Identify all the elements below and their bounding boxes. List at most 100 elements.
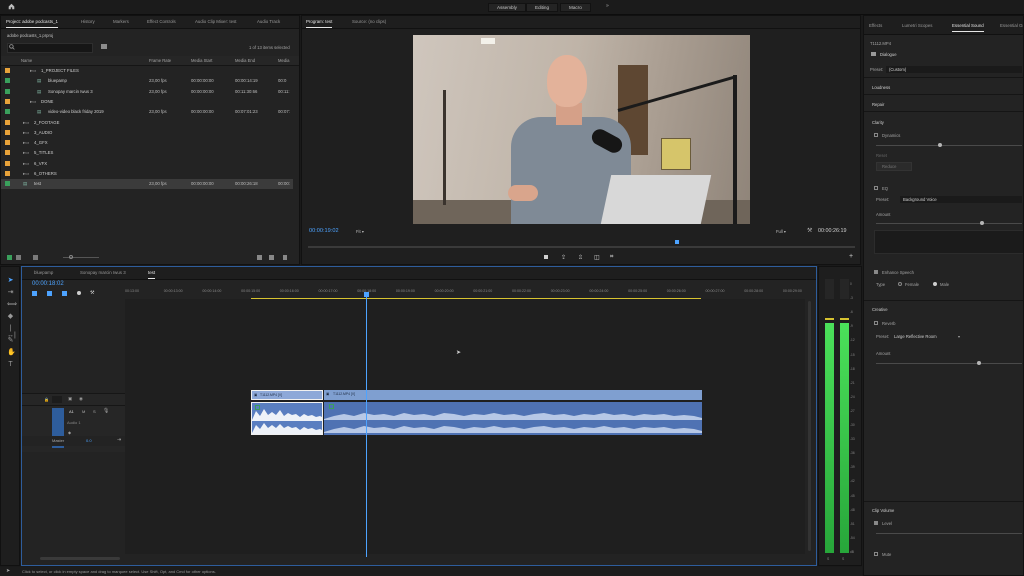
eye-icon[interactable]: ◉ [79, 396, 83, 402]
pen-tool-icon[interactable]: ✎ [7, 337, 14, 344]
eq-preset-dropdown[interactable]: Background Voice [900, 196, 1022, 203]
label-color-swatch[interactable] [5, 78, 10, 84]
lift-icon[interactable]: ⇪ [561, 254, 566, 261]
tab-audio-track[interactable]: Audio Track [257, 19, 280, 24]
project-row[interactable]: ▸▭ 1_PROJECT FILES [1, 66, 293, 76]
go-to-end-icon[interactable]: ⇥ [117, 437, 121, 443]
program-timecode[interactable]: 00:00:19:02 [309, 228, 339, 234]
keyframe-icon[interactable]: ◆ [68, 430, 71, 435]
project-row[interactable]: ▸▭ 3_AUDIO [1, 128, 293, 138]
female-radio[interactable] [898, 282, 902, 286]
workspace-macro[interactable]: Macro [560, 3, 591, 12]
project-row[interactable]: ▸▭ 6_OTHERS [1, 169, 293, 179]
list-view-icon[interactable] [7, 255, 12, 260]
quality-dropdown[interactable]: Full ▾ [776, 229, 786, 234]
home-icon[interactable] [8, 3, 15, 10]
meter-solo-left[interactable]: S [827, 557, 829, 561]
trash-icon[interactable] [283, 255, 287, 260]
new-item-icon[interactable] [257, 255, 262, 260]
wrench-icon[interactable]: ⚒ [807, 227, 812, 234]
tab-program[interactable]: Program: test [306, 19, 333, 28]
add-button-icon[interactable]: + [849, 253, 853, 260]
track-a1-label[interactable]: A1 [69, 409, 74, 414]
master-value[interactable]: 0.0 [86, 438, 92, 443]
workspace-editing[interactable]: Editing [526, 3, 559, 12]
project-row[interactable]: ▤ Sonopay marcin Iwus 3 23,00 fps 00:00:00:… [1, 87, 293, 97]
label-color-swatch[interactable] [5, 109, 10, 115]
col-media-end[interactable]: Media End [235, 58, 255, 63]
project-row[interactable]: ▤ test 23,00 fps 00:00:00:00 00:00:26:18 00:0… [1, 179, 293, 190]
solo-track-button[interactable]: S [93, 409, 96, 414]
reverb-preset-dropdown[interactable]: Large Reflective Room ▾ [892, 333, 964, 340]
reverb-amount-slider[interactable] [876, 363, 1022, 364]
ripple-edit-icon[interactable]: ⟺ [7, 301, 17, 308]
tab-source[interactable]: Source: (no clips) [352, 19, 386, 24]
timeline-v-scrollbar[interactable] [808, 301, 811, 551]
label-color-swatch[interactable] [5, 98, 10, 104]
eq-amount-slider[interactable] [876, 223, 1022, 224]
timeline-timecode[interactable]: 00:00:18:02 [32, 281, 64, 287]
section-creative[interactable]: Creative [872, 307, 888, 312]
eq-amount-knob[interactable] [980, 221, 984, 225]
video-frame[interactable] [413, 35, 750, 224]
meter-solo-right[interactable]: S [842, 557, 844, 561]
snap-icon[interactable] [47, 291, 52, 296]
tab-lumetri-scopes[interactable]: Lumetri Scopes [902, 23, 933, 28]
col-name[interactable]: Name [21, 58, 32, 63]
video-clip-1[interactable]: ▣ T1112.MP4 [V] [251, 390, 323, 400]
label-color-swatch[interactable] [5, 68, 10, 73]
new-bin-icon[interactable] [101, 44, 107, 49]
dynamics-slider[interactable] [876, 145, 1022, 146]
tab-audio-clip-mixer[interactable]: Audio Clip Mixer: test [195, 19, 236, 24]
level-slider[interactable] [876, 533, 1022, 534]
audio-clip-1[interactable] [251, 402, 323, 435]
audio-clip-2[interactable] [324, 402, 702, 435]
voiceover-mic-icon[interactable]: 🎙 [103, 408, 109, 414]
project-row[interactable]: ▤ video-video black friday 2019 23,00 fps 0… [1, 107, 293, 117]
zoom-knob[interactable] [69, 255, 73, 259]
hand-tool-icon[interactable]: ✋ [7, 349, 16, 356]
project-row[interactable]: ▤ bluepamp 23,00 fps 00:00:00:00 00:00:14:19… [1, 76, 293, 86]
program-playhead[interactable] [675, 240, 679, 244]
section-clip-volume[interactable]: Clip Volume [872, 508, 894, 513]
slip-tool-icon[interactable]: |↔| [7, 325, 16, 339]
freeform-view-icon[interactable] [33, 255, 38, 260]
export-frame-icon[interactable]: ◫ [594, 254, 600, 261]
dynamics-knob[interactable] [938, 143, 942, 147]
icon-view-icon[interactable] [16, 255, 21, 260]
compare-icon[interactable]: ⌗ [610, 254, 613, 261]
tab-effects[interactable]: Effects [869, 23, 882, 28]
track-select-icon[interactable]: ⇥ [7, 289, 14, 296]
project-row[interactable]: ▸▭ DONE [1, 97, 293, 107]
label-color-swatch[interactable] [5, 88, 10, 94]
program-scrub-bar[interactable] [308, 246, 855, 248]
label-color-swatch[interactable] [5, 140, 10, 146]
source-patch-v1[interactable] [52, 396, 62, 403]
project-row[interactable]: ▸▭ 6_VFX [1, 159, 293, 169]
tab-effect-controls[interactable]: Effect Controls [147, 19, 176, 24]
enhance-speech-checkbox[interactable] [874, 270, 878, 274]
settings-wrench-icon[interactable]: ⚒ [90, 290, 94, 296]
workspace-assembly[interactable]: Assembly [488, 3, 526, 12]
label-color-swatch[interactable] [5, 119, 10, 125]
tab-project[interactable]: Project: adobe podcasts_1 [6, 19, 58, 28]
folder-icon[interactable] [269, 255, 274, 260]
project-row[interactable]: ▸▭ 2_FOOTAGE [1, 118, 293, 128]
project-search-input[interactable] [7, 43, 93, 53]
project-row[interactable]: ▸▭ 5_TITLES [1, 148, 293, 158]
label-color-swatch[interactable] [5, 171, 10, 176]
label-color-swatch[interactable] [5, 181, 10, 187]
mute-track-button[interactable]: M [82, 409, 85, 414]
tab-essential-sound[interactable]: Essential Sound [952, 23, 984, 32]
reverb-checkbox[interactable] [874, 321, 878, 325]
video-clip-2[interactable]: ▣ T1112.MP4 [V] [324, 390, 702, 400]
tab-markers[interactable]: Markers [113, 19, 129, 24]
film-icon[interactable]: ▣ [68, 396, 72, 402]
fit-dropdown[interactable]: Fit ▾ [356, 229, 364, 234]
reverb-amount-knob[interactable] [977, 361, 981, 365]
male-radio[interactable] [933, 282, 937, 286]
workspace-more-icon[interactable]: » [606, 3, 609, 9]
timeline-h-scrollbar[interactable] [40, 557, 120, 560]
section-clarity[interactable]: Clarity [872, 120, 884, 125]
section-loudness[interactable]: Loudness [872, 85, 890, 90]
